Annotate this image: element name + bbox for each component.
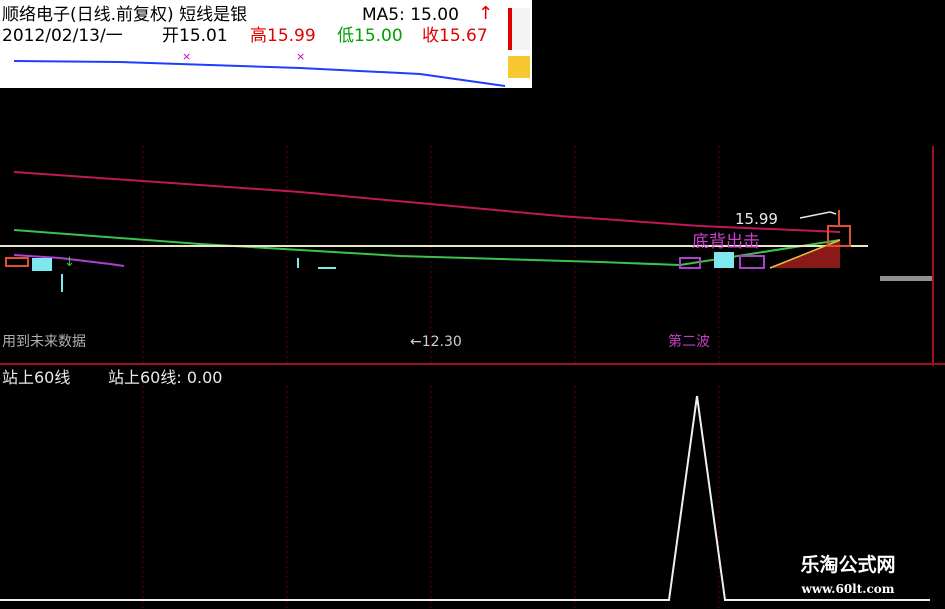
second-wave-label: 第二波 bbox=[668, 334, 710, 350]
marker-x: × bbox=[296, 50, 305, 63]
indicator-grid bbox=[142, 386, 720, 609]
candle bbox=[714, 252, 734, 268]
watermark-url: www.60lt.com bbox=[801, 582, 895, 596]
marker-x: × bbox=[182, 50, 191, 63]
site-watermark: 乐淘公式网 www.60lt.com bbox=[778, 556, 918, 606]
low-label: 低15.00 bbox=[337, 26, 403, 46]
price-label: 15.99 bbox=[735, 210, 778, 228]
candle bbox=[32, 258, 52, 271]
high-label: 高15.99 bbox=[250, 26, 316, 46]
ma5-label: MA5: 15.00 bbox=[362, 5, 459, 25]
future-data-label: 用到未来数据 bbox=[2, 334, 86, 350]
open-label: 开15.01 bbox=[162, 26, 228, 46]
stock-title: 顺络电子(日线.前复权) 短线是银 bbox=[2, 5, 248, 25]
ma-line-red bbox=[13, 171, 841, 233]
brand-logo bbox=[508, 8, 530, 80]
scroll-marker[interactable] bbox=[880, 276, 932, 281]
close-label: 收15.67 bbox=[422, 26, 488, 46]
main-price-chart: × × ↓ bbox=[0, 0, 945, 366]
ma5-arrow-icon: ↑ bbox=[478, 3, 494, 24]
down-arrow-icon: ↓ bbox=[64, 255, 75, 270]
price-low-label: ←12.30 bbox=[410, 334, 462, 350]
watermark-name: 乐淘公式网 bbox=[800, 554, 896, 576]
signal-annotation: 底背出击 bbox=[692, 232, 760, 252]
date-label: 2012/02/13/一 bbox=[2, 26, 123, 46]
